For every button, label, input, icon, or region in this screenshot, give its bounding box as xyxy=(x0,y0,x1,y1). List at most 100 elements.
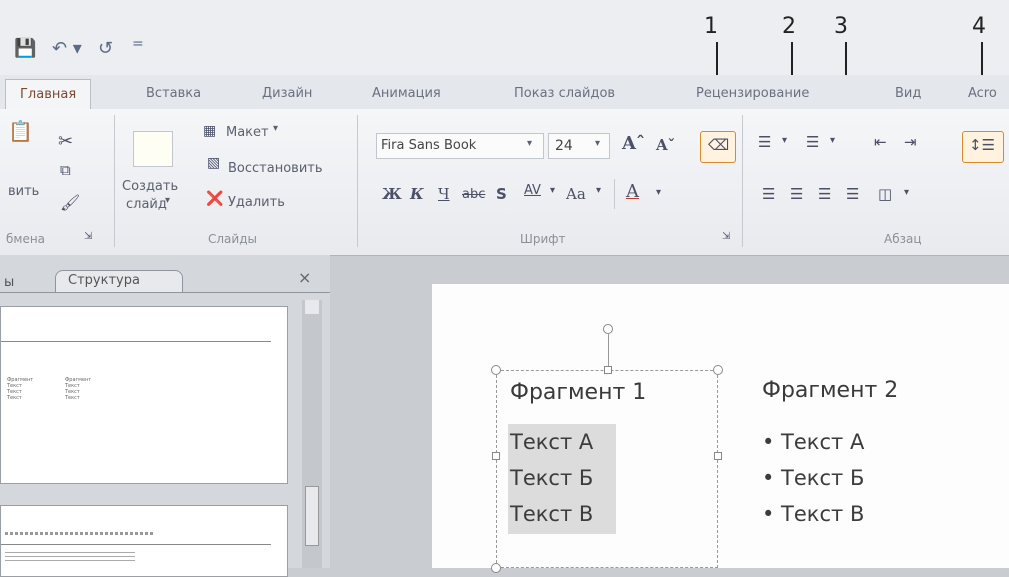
columns-icon[interactable]: ◫ xyxy=(878,185,892,203)
new-slide-icon[interactable] xyxy=(133,131,173,167)
redo-icon[interactable]: ↺ xyxy=(98,38,113,59)
shrink-font-icon[interactable]: Aˇ xyxy=(656,136,675,154)
bullets-dropdown-icon[interactable]: ▾ xyxy=(782,135,787,146)
tab-slides[interactable]: ы xyxy=(4,275,14,290)
layout-button[interactable]: Макет xyxy=(226,125,269,140)
clear-formatting-button[interactable]: ⌫ xyxy=(700,131,736,163)
delete-button[interactable]: Удалить xyxy=(228,195,285,210)
tab-view[interactable]: Вид xyxy=(895,86,921,101)
close-icon[interactable]: × xyxy=(298,268,311,287)
dropdown-arrow-icon[interactable]: ▾ xyxy=(165,195,170,206)
callout-3: 3 xyxy=(834,14,848,39)
resize-handle[interactable] xyxy=(491,365,501,375)
align-left-icon[interactable]: ☰ xyxy=(762,185,775,203)
reset-button[interactable]: Восстановить xyxy=(228,161,323,176)
fragment-1-item: Текст А xyxy=(510,430,594,454)
tab-home[interactable]: Главная xyxy=(5,79,92,109)
decrease-indent-icon[interactable]: ⇤ xyxy=(874,133,887,151)
font-group-label: Шрифт xyxy=(520,232,566,246)
tab-slideshow[interactable]: Показ слайдов xyxy=(514,86,615,101)
tab-insert[interactable]: Вставка xyxy=(146,86,201,101)
line-spacing-icon: ↕☰ xyxy=(969,136,996,154)
customize-qat-button[interactable]: = xyxy=(132,36,144,52)
layout-icon[interactable]: ▦ xyxy=(203,123,216,139)
callout-1: 1 xyxy=(704,14,718,39)
fragment-1-title: Фрагмент 1 xyxy=(510,380,647,405)
font-size-select[interactable]: 24 ▾ xyxy=(548,133,610,159)
italic-button[interactable]: К xyxy=(410,185,424,203)
numbering-dropdown-icon[interactable]: ▾ xyxy=(830,135,835,146)
dropdown-arrow-icon: ▾ xyxy=(595,138,601,149)
separator xyxy=(114,115,115,247)
columns-dropdown-icon[interactable]: ▾ xyxy=(904,187,909,198)
underline-button[interactable]: Ч xyxy=(438,185,450,203)
separator xyxy=(0,292,330,293)
callout-4: 4 xyxy=(972,14,986,39)
scroll-up-button[interactable] xyxy=(305,300,319,314)
thumbnail-text-lines xyxy=(5,552,135,562)
fragment-1-item: Текст Б xyxy=(510,466,594,490)
character-spacing-button[interactable]: AV xyxy=(524,183,541,198)
increase-indent-icon[interactable]: ⇥ xyxy=(904,133,917,151)
fragment-2-item: • Текст В xyxy=(762,502,865,526)
strikethrough-button[interactable]: abc xyxy=(462,187,485,202)
fragment-2-item: • Текст Б xyxy=(762,466,865,490)
font-launcher-icon[interactable]: ⇲ xyxy=(722,231,730,242)
clear-formatting-icon: ⌫ xyxy=(708,136,730,154)
tab-animation[interactable]: Анимация xyxy=(372,86,441,101)
resize-handle[interactable] xyxy=(604,366,612,374)
new-slide-label[interactable]: Создать xyxy=(122,179,178,194)
dropdown-arrow-icon[interactable]: ▾ xyxy=(596,185,601,196)
dropdown-arrow-icon[interactable]: ▾ xyxy=(550,185,555,196)
shadow-button[interactable]: S xyxy=(496,185,507,203)
reset-icon[interactable]: ▧ xyxy=(207,155,220,171)
dropdown-arrow-icon: ▾ xyxy=(527,138,533,149)
layout-dropdown-icon[interactable]: ▾ xyxy=(273,123,278,134)
ribbon-tabs: Главная Вставка Дизайн Анимация Показ сл… xyxy=(0,75,1009,110)
new-slide-label-2[interactable]: слайд xyxy=(126,197,167,212)
separator xyxy=(614,179,615,209)
font-color-button[interactable]: A xyxy=(626,181,639,202)
justify-icon[interactable]: ☰ xyxy=(846,185,859,203)
resize-handle[interactable] xyxy=(491,563,501,573)
align-center-icon[interactable]: ☰ xyxy=(790,185,803,203)
thumbnail-text: Фрагмент Текст Текст Текст xyxy=(65,377,92,401)
grow-font-icon[interactable]: Aˆ xyxy=(622,133,645,154)
separator xyxy=(357,115,358,247)
resize-handle[interactable] xyxy=(714,452,722,460)
tab-design[interactable]: Дизайн xyxy=(262,86,312,101)
copy-icon[interactable]: ⧉ xyxy=(60,161,71,179)
change-case-button[interactable]: Aa xyxy=(566,185,586,203)
resize-handle[interactable] xyxy=(492,452,500,460)
bullets-icon[interactable]: ☰ xyxy=(758,133,771,151)
align-right-icon[interactable]: ☰ xyxy=(818,185,831,203)
dropdown-arrow-icon[interactable]: ▾ xyxy=(656,187,661,198)
separator xyxy=(742,115,743,247)
slide-thumbnail-2[interactable] xyxy=(0,505,288,577)
font-family-select[interactable]: Fira Sans Book ▾ xyxy=(376,133,544,159)
format-painter-icon[interactable]: 🖌 xyxy=(60,193,80,212)
rotation-handle[interactable] xyxy=(603,324,613,334)
bold-button[interactable]: Ж xyxy=(382,185,402,203)
tab-review[interactable]: Рецензирование xyxy=(696,86,809,101)
thumbnail-rule xyxy=(1,341,271,342)
tab-structure[interactable]: Структура xyxy=(55,270,183,292)
clipboard-launcher-icon[interactable]: ⇲ xyxy=(84,231,92,242)
resize-handle[interactable] xyxy=(713,365,723,375)
delete-icon[interactable]: ❌ xyxy=(206,191,223,207)
thumbnail-rule xyxy=(1,544,271,545)
cut-icon[interactable]: ✂ xyxy=(58,131,73,152)
scrollbar-thumb[interactable] xyxy=(305,486,319,546)
tab-acrobat[interactable]: Acro xyxy=(968,86,997,101)
panel-scrollbar[interactable] xyxy=(302,300,322,568)
slide-thumbnail-1[interactable]: Фрагмент Текст Текст Текст Фрагмент Текст Тек… xyxy=(0,306,288,484)
save-icon[interactable]: 💾 xyxy=(14,38,36,59)
undo-icon[interactable]: ↶ ▾ xyxy=(52,38,82,59)
fragment-2-item: • Текст А xyxy=(762,430,865,454)
line-spacing-button[interactable]: ↕☰ xyxy=(962,131,1004,163)
ribbon: 📋 ✂ ⧉ 🖌 вить бмена ⇲ Создать слайд ▾ ▦ М… xyxy=(0,109,1009,256)
numbering-icon[interactable]: ☰ xyxy=(806,133,819,151)
paste-icon[interactable]: 📋 xyxy=(8,119,33,143)
slides-group-label: Слайды xyxy=(208,232,257,246)
slide-canvas[interactable]: Фрагмент 1 Текст А Текст Б Текст В Фрагм… xyxy=(432,284,1009,573)
